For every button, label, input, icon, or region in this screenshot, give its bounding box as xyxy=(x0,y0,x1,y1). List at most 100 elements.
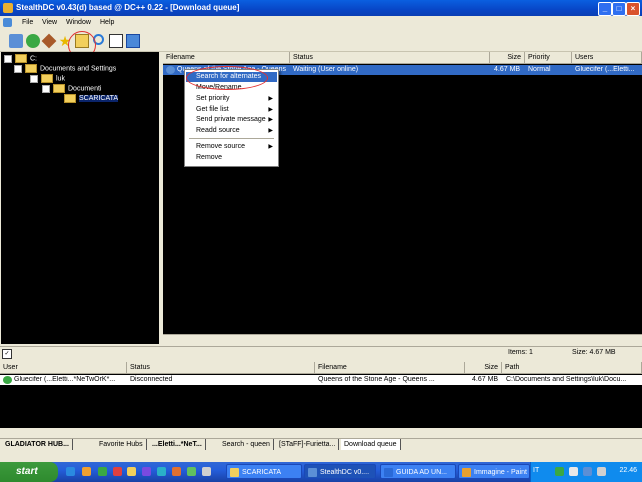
menu-item-set-priority[interactable]: Set priority ▶ xyxy=(186,94,277,104)
quicklaunch-icon[interactable] xyxy=(142,467,151,476)
user-icon xyxy=(3,376,12,384)
reconnect-icon[interactable] xyxy=(26,34,40,48)
favorite-hubs-icon[interactable] xyxy=(41,33,57,49)
column-header-size[interactable]: Size xyxy=(465,362,502,374)
row-filename: Queens of the Stone Age - Queens ... xyxy=(318,376,435,383)
quicklaunch-icon[interactable] xyxy=(127,467,136,476)
quicklaunch-icon[interactable] xyxy=(172,467,181,476)
minimize-button[interactable]: _ xyxy=(598,2,612,16)
row-priority: Normal xyxy=(528,66,551,73)
menu-help[interactable]: Help xyxy=(100,19,114,26)
app-icon xyxy=(3,3,13,13)
folder-icon xyxy=(15,54,27,63)
tree-item-documents-and-settings[interactable]: Documents and Settings xyxy=(14,64,116,74)
document-icon xyxy=(384,468,393,477)
status-bar: ✓ Items: 1 Size: 4.67 MB xyxy=(0,346,642,361)
language-indicator[interactable]: IT xyxy=(533,467,539,474)
quicklaunch-icon[interactable] xyxy=(82,467,91,476)
menu-separator xyxy=(189,138,274,139)
submenu-arrow-icon: ▶ xyxy=(268,107,273,113)
menu-item-remove-source[interactable]: Remove source ▶ xyxy=(186,142,277,152)
submenu-arrow-icon: ▶ xyxy=(268,128,273,134)
row-size: 4.67 MB xyxy=(472,376,499,383)
title-bar[interactable]: StealthDC v0.43(d) based @ DC++ 0.22 - [… xyxy=(0,0,642,16)
folder-icon xyxy=(230,468,239,477)
taskbar: start SCARICATA StealthDC v0.... GUIDA A… xyxy=(0,462,642,482)
maximize-button[interactable]: □ xyxy=(612,2,626,16)
menu-window[interactable]: Window xyxy=(66,19,91,26)
file-icon xyxy=(166,66,175,74)
tray-icon[interactable] xyxy=(597,467,606,476)
submenu-arrow-icon: ▶ xyxy=(268,117,273,123)
menu-item-readd-source[interactable]: Readd source ▶ xyxy=(186,126,277,136)
window-title: StealthDC v0.43(d) based @ DC++ 0.22 - [… xyxy=(16,3,240,12)
status-items: Items: 1 xyxy=(508,349,533,356)
mdi-window-icon[interactable] xyxy=(3,18,12,27)
start-button[interactable]: start xyxy=(0,462,58,482)
quicklaunch-icon[interactable] xyxy=(157,467,166,476)
tab-staff-furietta[interactable]: [STaFF]-Furietta... xyxy=(276,439,340,450)
tree-item-scaricata[interactable]: SCARICATA xyxy=(64,94,119,104)
menu-view[interactable]: View xyxy=(42,19,57,26)
paint-icon xyxy=(462,468,471,477)
close-button[interactable]: × xyxy=(626,2,640,16)
settings-icon[interactable] xyxy=(126,34,140,48)
row-size: 4.67 MB xyxy=(494,66,521,73)
app-icon xyxy=(308,468,317,477)
submenu-arrow-icon: ▶ xyxy=(268,144,273,150)
folder-icon xyxy=(41,74,53,83)
column-header-user[interactable]: User xyxy=(0,362,127,374)
column-header-users[interactable]: Users xyxy=(572,52,642,64)
column-header-filename[interactable]: Filename xyxy=(315,362,465,374)
tray-icon[interactable] xyxy=(555,467,564,476)
column-header-path[interactable]: Path xyxy=(502,362,642,374)
row-status: Disconnected xyxy=(130,376,173,383)
task-paint[interactable]: Immagine - Paint xyxy=(458,464,530,479)
status-size: Size: 4.67 MB xyxy=(572,349,616,356)
table-row[interactable]: Gluecifer (...Eletti...*NeTwOrK*... Disc… xyxy=(0,375,642,385)
task-guida[interactable]: GUIDA AD UN... xyxy=(380,464,456,479)
row-user: Gluecifer (...Eletti...*NeTwOrK*... xyxy=(14,376,116,383)
tree-item-c[interactable]: C: xyxy=(4,54,37,64)
column-header-status[interactable]: Status xyxy=(127,362,315,374)
transfer-list[interactable]: User Status Filename Size Path Gluecifer… xyxy=(0,362,642,438)
tray-icon[interactable] xyxy=(583,467,592,476)
tray-icon[interactable] xyxy=(569,467,578,476)
quicklaunch-icon[interactable] xyxy=(202,467,211,476)
quicklaunch-icon[interactable] xyxy=(187,467,196,476)
quicklaunch-icon[interactable] xyxy=(98,467,107,476)
quicklaunch-icon[interactable] xyxy=(66,467,75,476)
column-header-size[interactable]: Size xyxy=(490,52,525,64)
submenu-arrow-icon: ▶ xyxy=(268,96,273,102)
menu-item-remove[interactable]: Remove xyxy=(186,153,277,163)
clock: 22.46 xyxy=(619,467,637,474)
menu-item-get-file-list[interactable]: Get file list ▶ xyxy=(186,105,277,115)
folder-icon xyxy=(53,84,65,93)
horizontal-scrollbar[interactable] xyxy=(0,428,642,438)
task-scaricata[interactable]: SCARICATA xyxy=(226,464,302,479)
connect-icon[interactable] xyxy=(9,34,23,48)
folder-icon xyxy=(64,94,76,103)
task-stealthdc[interactable]: StealthDC v0.... xyxy=(304,464,376,479)
column-header-filename[interactable]: Filename xyxy=(163,52,290,64)
tab-search-queen[interactable]: Search - queen xyxy=(219,439,274,450)
column-header-priority[interactable]: Priority xyxy=(525,52,572,64)
menu-file[interactable]: File xyxy=(22,19,33,26)
toolbar: ★ xyxy=(0,31,642,52)
folder-icon xyxy=(25,64,37,73)
row-status: Waiting (User online) xyxy=(293,66,359,73)
tab-download-queue[interactable]: Download queue xyxy=(341,439,401,450)
tab-favorite-hubs[interactable]: Favorite Hubs xyxy=(96,439,147,450)
checkbox-icon[interactable]: ✓ xyxy=(2,349,12,359)
notepad-icon[interactable] xyxy=(109,34,123,48)
tab-gladiator-hub[interactable]: GLADIATOR HUB... xyxy=(2,439,73,450)
tab-eletti-network[interactable]: ...Eletti...*NeT... xyxy=(149,439,206,450)
horizontal-scrollbar[interactable] xyxy=(163,334,642,345)
tree-item-documenti[interactable]: Documenti xyxy=(42,84,101,94)
row-users: Gluecifer (...Eletti... xyxy=(575,66,635,73)
directory-tree[interactable]: C: Documents and Settings luk Documenti … xyxy=(1,52,159,344)
column-header-status[interactable]: Status xyxy=(290,52,490,64)
tree-item-luk[interactable]: luk xyxy=(30,74,65,84)
menu-item-send-private-message[interactable]: Send private message ▶ xyxy=(186,115,277,125)
quicklaunch-icon[interactable] xyxy=(113,467,122,476)
